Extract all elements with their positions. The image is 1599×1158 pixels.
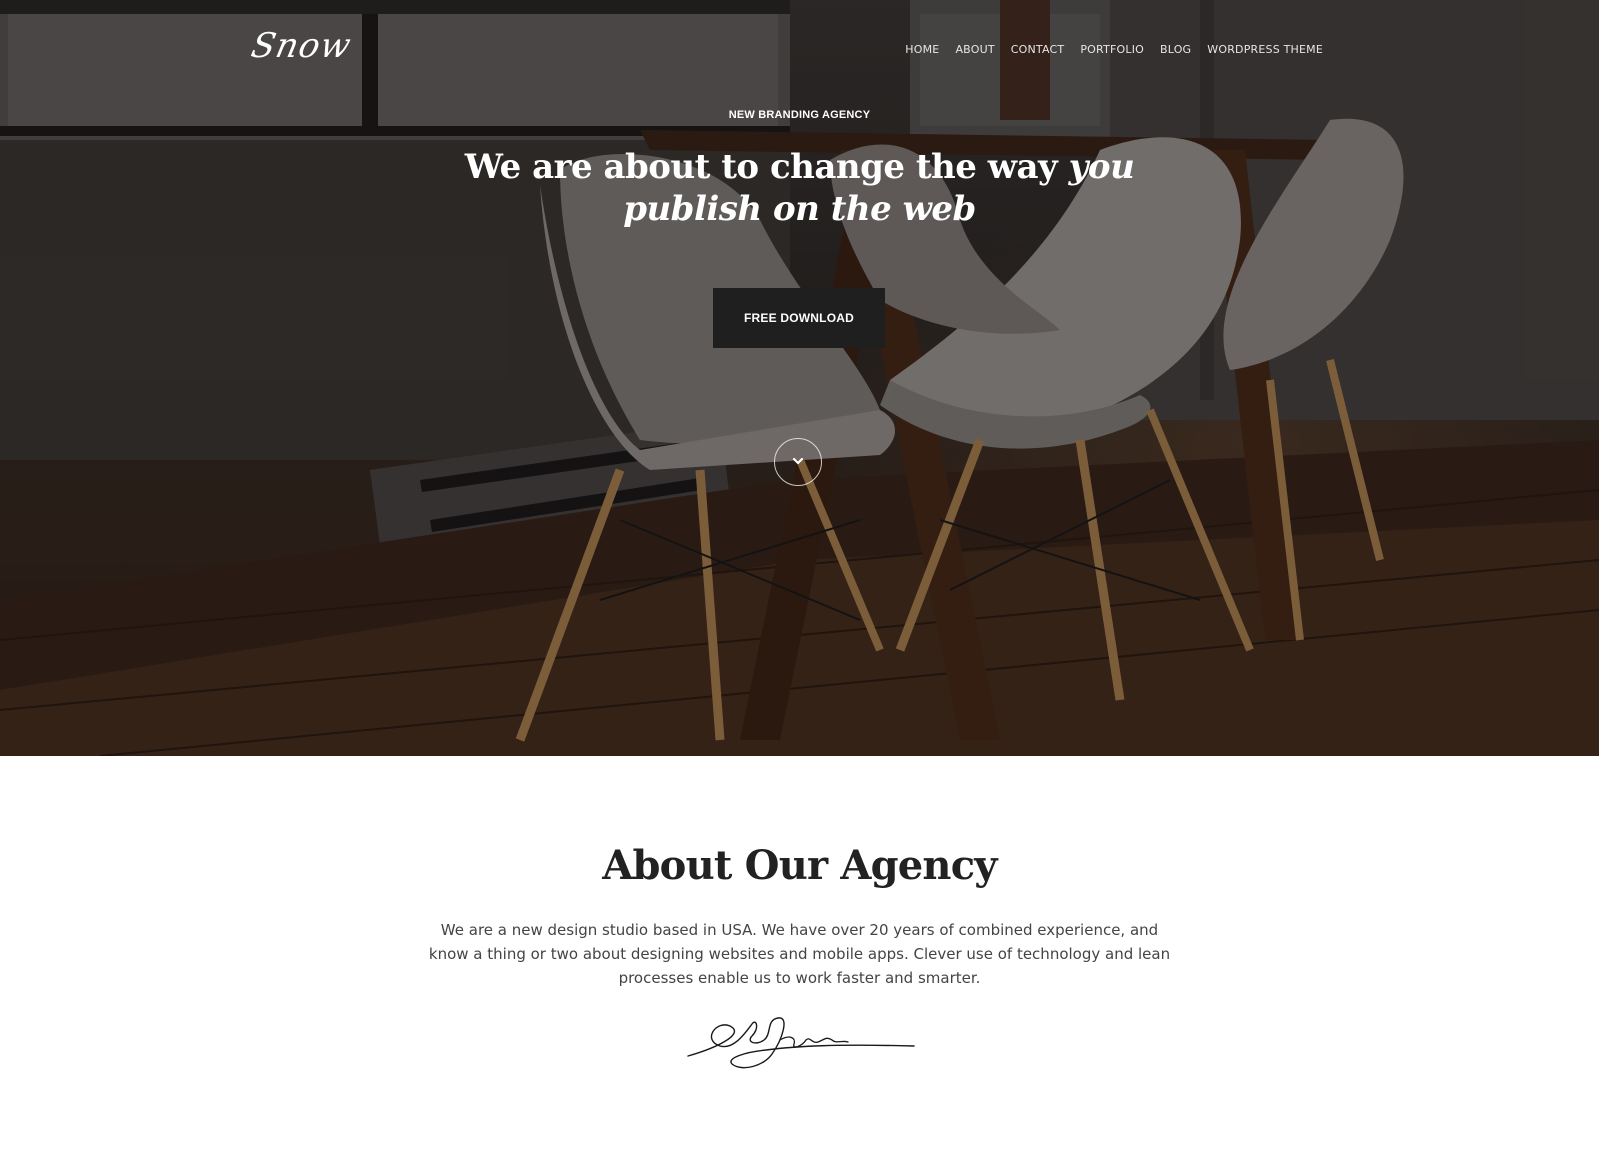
hero-section: Snow HOME ABOUT CONTACT PORTFOLIO BLOG W… xyxy=(0,0,1599,756)
nav-item-about[interactable]: ABOUT xyxy=(955,42,994,58)
main-nav: HOME ABOUT CONTACT PORTFOLIO BLOG WORDPR… xyxy=(905,42,1323,58)
nav-item-contact[interactable]: CONTACT xyxy=(1011,42,1065,58)
about-text: We are a new design studio based in USA.… xyxy=(428,921,1171,987)
about-title: About Our Agency xyxy=(602,842,997,889)
chevron-down-icon xyxy=(792,458,804,465)
nav-item-blog[interactable]: BLOG xyxy=(1160,42,1191,58)
hero-headline-plain: We are about to change the way xyxy=(464,147,1058,187)
scroll-down-button[interactable] xyxy=(774,438,822,486)
nav-item-home[interactable]: HOME xyxy=(905,42,939,58)
site-logo[interactable]: Snow xyxy=(248,26,355,66)
free-download-button[interactable]: FREE DOWNLOAD xyxy=(713,288,885,348)
hero-headline: We are about to change the way you publi… xyxy=(420,146,1179,230)
nav-item-wordpress-theme[interactable]: WORDPRESS THEME xyxy=(1207,42,1323,58)
hero-eyebrow: NEW BRANDING AGENCY xyxy=(728,109,871,121)
signature-image xyxy=(687,1017,915,1069)
nav-item-portfolio[interactable]: PORTFOLIO xyxy=(1080,42,1144,58)
